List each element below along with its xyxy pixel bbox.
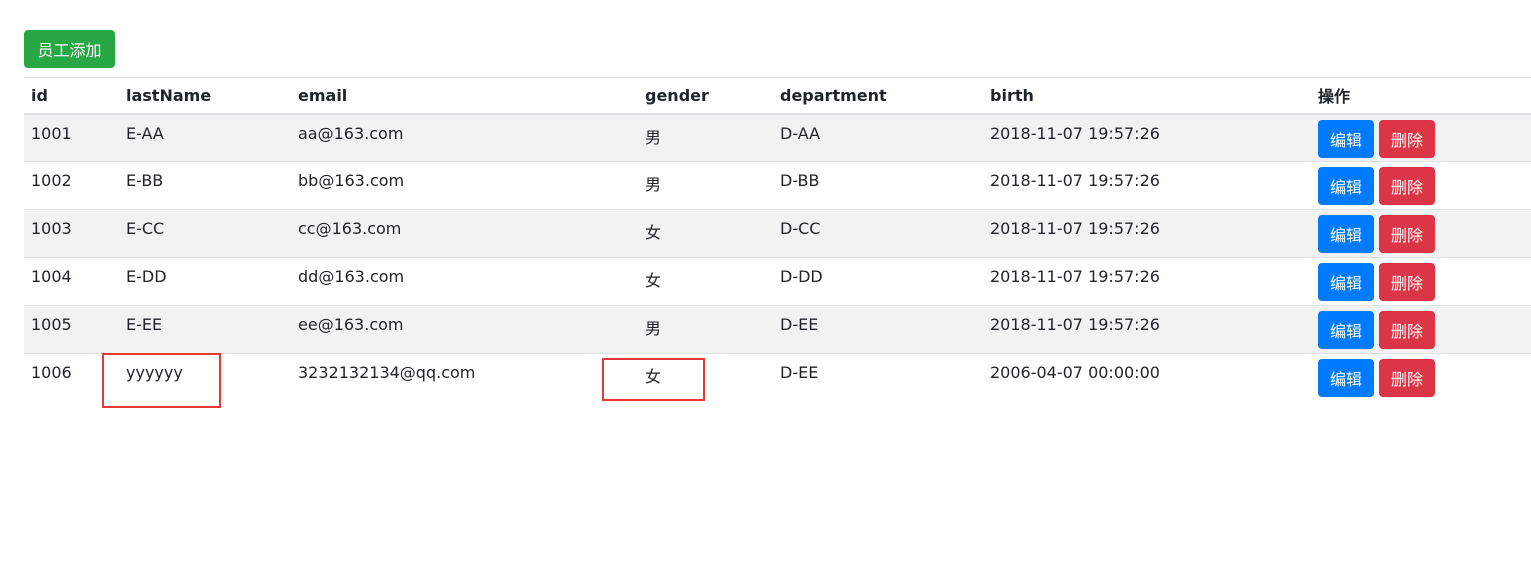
- cell-department: D-AA: [773, 113, 983, 162]
- cell-actions: 编辑 删除: [1311, 257, 1531, 306]
- header-gender: gender: [638, 77, 773, 115]
- edit-button[interactable]: 编辑: [1318, 359, 1374, 397]
- cell-birth: 2018-11-07 19:57:26: [983, 305, 1311, 354]
- cell-email: dd@163.com: [291, 257, 638, 306]
- cell-birth: 2006-04-07 00:00:00: [983, 353, 1311, 402]
- cell-lastname: E-EE: [119, 305, 291, 354]
- edit-button[interactable]: 编辑: [1318, 263, 1374, 301]
- cell-department: D-BB: [773, 161, 983, 210]
- delete-button[interactable]: 删除: [1379, 215, 1435, 253]
- cell-lastname: E-AA: [119, 113, 291, 162]
- cell-birth: 2018-11-07 19:57:26: [983, 113, 1311, 162]
- cell-id: 1003: [24, 209, 119, 258]
- cell-lastname: E-BB: [119, 161, 291, 210]
- header-department: department: [773, 77, 983, 115]
- delete-button[interactable]: 删除: [1379, 311, 1435, 349]
- header-email: email: [291, 77, 638, 115]
- header-lastname: lastName: [119, 77, 291, 115]
- cell-actions: 编辑 删除: [1311, 161, 1531, 210]
- header-birth: birth: [983, 77, 1311, 115]
- employee-table: id lastName email gender department birt…: [24, 77, 1531, 402]
- cell-email: 3232132134@qq.com: [291, 353, 638, 402]
- cell-id: 1001: [24, 113, 119, 162]
- delete-button[interactable]: 删除: [1379, 167, 1435, 205]
- cell-birth: 2018-11-07 19:57:26: [983, 257, 1311, 306]
- cell-email: aa@163.com: [291, 113, 638, 162]
- table-header-row: id lastName email gender department birt…: [24, 77, 1531, 115]
- cell-actions: 编辑 删除: [1311, 209, 1531, 258]
- delete-button[interactable]: 删除: [1379, 263, 1435, 301]
- cell-birth: 2018-11-07 19:57:26: [983, 161, 1311, 210]
- cell-id: 1005: [24, 305, 119, 354]
- header-id: id: [24, 77, 119, 115]
- cell-gender: 男: [638, 113, 773, 162]
- cell-id: 1004: [24, 257, 119, 306]
- header-actions: 操作: [1311, 77, 1531, 115]
- cell-department: D-EE: [773, 353, 983, 402]
- cell-department: D-EE: [773, 305, 983, 354]
- cell-id: 1006: [24, 353, 119, 402]
- cell-gender: 女: [638, 257, 773, 306]
- cell-gender: 男: [638, 161, 773, 210]
- edit-button[interactable]: 编辑: [1318, 167, 1374, 205]
- table-row: 1001 E-AA aa@163.com 男 D-AA 2018-11-07 1…: [24, 113, 1531, 162]
- delete-button[interactable]: 删除: [1379, 119, 1435, 158]
- cell-lastname: yyyyyy: [119, 353, 291, 402]
- cell-actions: 编辑 删除: [1311, 353, 1531, 402]
- table-row: 1004 E-DD dd@163.com 女 D-DD 2018-11-07 1…: [24, 257, 1531, 306]
- delete-button[interactable]: 删除: [1379, 359, 1435, 397]
- cell-email: ee@163.com: [291, 305, 638, 354]
- cell-gender: 女: [638, 209, 773, 258]
- cell-email: bb@163.com: [291, 161, 638, 210]
- cell-lastname: E-CC: [119, 209, 291, 258]
- cell-gender: 男: [638, 305, 773, 354]
- edit-button[interactable]: 编辑: [1318, 215, 1374, 253]
- table-row: 1006 yyyyyy 3232132134@qq.com 女 D-EE 200…: [24, 353, 1531, 402]
- cell-email: cc@163.com: [291, 209, 638, 258]
- cell-department: D-DD: [773, 257, 983, 306]
- edit-button[interactable]: 编辑: [1318, 311, 1374, 349]
- table-row: 1002 E-BB bb@163.com 男 D-BB 2018-11-07 1…: [24, 161, 1531, 210]
- page: 员工添加 id lastName email gender department…: [0, 0, 1531, 580]
- cell-actions: 编辑 删除: [1311, 305, 1531, 354]
- edit-button[interactable]: 编辑: [1318, 119, 1374, 158]
- cell-department: D-CC: [773, 209, 983, 258]
- cell-actions: 编辑 删除: [1311, 113, 1531, 162]
- cell-id: 1002: [24, 161, 119, 210]
- add-employee-button[interactable]: 员工添加: [24, 30, 115, 68]
- cell-birth: 2018-11-07 19:57:26: [983, 209, 1311, 258]
- cell-lastname: E-DD: [119, 257, 291, 306]
- table-row: 1003 E-CC cc@163.com 女 D-CC 2018-11-07 1…: [24, 209, 1531, 258]
- cell-gender: 女: [638, 353, 773, 402]
- table-row: 1005 E-EE ee@163.com 男 D-EE 2018-11-07 1…: [24, 305, 1531, 354]
